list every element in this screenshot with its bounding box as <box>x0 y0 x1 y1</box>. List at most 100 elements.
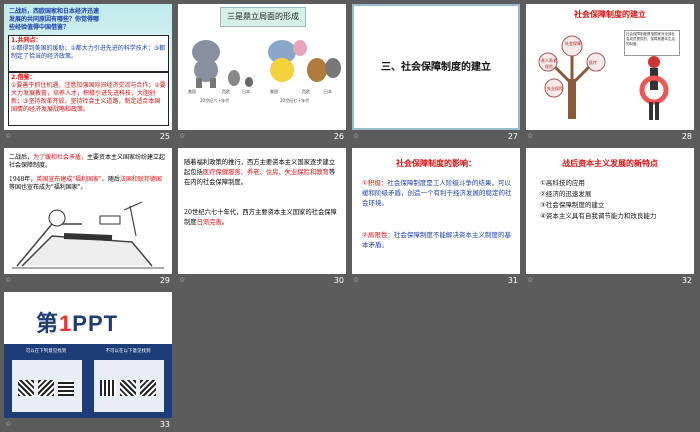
qr-panel-1 <box>12 360 82 412</box>
cartoon-man-in-lounge-chair-illustration <box>12 201 164 269</box>
slide-thumb-31[interactable]: 社会保障制度的影响： ①积极：社会保障制度是工人阶级斗争的结果，可以缓和阶级矛盾… <box>350 146 522 288</box>
tree-label: 社会保障 <box>565 41 581 46</box>
point-limitation: ②局限性：社会保障制度不能解决资本主义制度的基本矛盾。 <box>362 230 512 250</box>
slide-content: 二战后，西欧国家和日本经济迅速发展的共同原因有哪些？你觉得哪些经验值得中国借鉴？… <box>4 4 172 130</box>
answer-box-2: 2.借鉴： ①要善于抓住机遇，注意加强国际间经济交流与合作；②要大力发展教育，培… <box>8 72 169 126</box>
text-run-highlight: 法国和联邦德国 <box>119 176 162 183</box>
slide-number: 25 <box>159 132 170 141</box>
qr-code-icon <box>140 380 156 396</box>
slide-number: 26 <box>333 132 344 141</box>
slide-number: 28 <box>681 132 692 141</box>
footer-band: 可以在下列意见找到 不可以在以下意见找到 <box>4 344 172 418</box>
qr-code-icon <box>120 380 136 396</box>
slide-content: 社会保障制度的建立 社会保障 老人养老保险 医疗 失业保险 社会保障制度是指国家… <box>526 4 694 130</box>
text-run: 随后 <box>107 176 120 183</box>
heading-2: 2.借鉴： <box>11 74 36 81</box>
brand-text-accent: 1 <box>59 311 73 336</box>
slide-title: 社会保障制度的影响： <box>396 159 476 168</box>
text-run-highlight: 日渐完善 <box>196 219 222 226</box>
list-item: ④资本主义具有自我调节能力和改良能力 <box>540 212 657 220</box>
star-icon[interactable]: ☆ <box>5 420 11 428</box>
star-icon[interactable]: ☆ <box>353 132 359 140</box>
caption: 西欧 <box>222 89 230 94</box>
star-icon[interactable]: ☆ <box>5 132 11 140</box>
text-run-highlight: 为了缓和社会矛盾， <box>33 154 88 161</box>
text-run: 等国也宣布成为"福利国家"。 <box>9 184 87 191</box>
slide-title: 三、社会保障制度的建立 <box>381 62 491 73</box>
point-positive: ①积极：社会保障制度是工人阶级斗争的结果，可以缓和阶级矛盾，创造一个有利于经济发… <box>362 178 512 208</box>
slide-thumb-29[interactable]: 二战后，为了缓和社会矛盾，主要资本主义国家纷纷建立起社会保障制度。 1948年，… <box>2 146 174 288</box>
text-run-highlight: 医疗保健服务、养老、住房、失业保险和教育 <box>202 169 329 176</box>
definition-card: 社会保障制度是指国家对全体社会成员提供的，保障其基本生活的制度。 <box>624 30 680 56</box>
qr-code-icon <box>58 380 74 396</box>
slide-number: 33 <box>159 420 170 429</box>
branch-label: 医疗 <box>589 60 597 65</box>
feature-list: ①高科技的应用 ②经济的迅速发展 ③社会保障制度的建立 ④资本主义具有自我调节能… <box>540 178 686 222</box>
slide-content: 二战后，为了缓和社会矛盾，主要资本主义国家纷纷建立起社会保障制度。 1948年，… <box>4 148 172 274</box>
slide-thumb-28[interactable]: 社会保障制度的建立 社会保障 老人养老保险 医疗 失业保险 社会保障制度是指国家… <box>524 2 696 144</box>
answer-box-1: 1.共同点： ①都得到美国的援助；②都大力引进先进的科学技术；③都制定了恰当的经… <box>8 35 169 72</box>
label-limitation: ②局限性： <box>362 231 394 239</box>
branch-label: 老人养老保险 <box>541 58 557 69</box>
qr-code-icon <box>18 380 34 396</box>
paragraph-2: 1948年，英国宣布建成"福利国家"。随后法国和联邦德国等国也宣布成为"福利国家… <box>9 176 167 192</box>
text-run: 1948年， <box>9 176 37 183</box>
caption: 美国 <box>188 89 196 94</box>
slide-content: 战后资本主义发展的新特点 ①高科技的应用 ②经济的迅速发展 ③社会保障制度的建立… <box>526 148 694 274</box>
slide-thumb-30[interactable]: 随着福利政策的推行，西方主要资本主义国家逐步建立起包括医疗保健服务、养老、住房、… <box>176 146 348 288</box>
slide-thumb-25[interactable]: 二战后，西欧国家和日本经济迅速发展的共同原因有哪些？你觉得哪些经验值得中国借鉴？… <box>2 2 174 144</box>
qr-code-icon <box>38 380 54 396</box>
cartoon-elephants-illustration <box>192 40 341 88</box>
qr-panel-2 <box>94 360 164 412</box>
qr-code-icon <box>100 380 116 396</box>
caption: 西欧 <box>302 89 310 94</box>
slide-title: 战后资本主义发展的新特点 <box>562 159 658 168</box>
slide-content: 三是鼎立局面的形成 美国 西欧 日本 20世纪六十年代 美国 西欧 日本 20世… <box>178 4 346 130</box>
star-icon[interactable]: ☆ <box>353 276 359 284</box>
slide-number: 27 <box>507 132 518 141</box>
qr-caption-1: 可以在下列意见找到 <box>25 349 67 354</box>
points-2: ①要善于抓住机遇，注意加强国际间经济交流与合作；②要大力发展教育，培养人才，积极… <box>11 82 166 113</box>
slide-title: 社会保障制度的建立 <box>574 10 646 19</box>
slide-number: 30 <box>333 276 344 285</box>
slide-thumb-33[interactable]: 第1PPT 可以在下列意见找到 不可以在以下意见找到 ☆ 33 <box>2 290 174 432</box>
slide-content: 第1PPT 可以在下列意见找到 不可以在以下意见找到 <box>4 292 172 418</box>
star-icon[interactable]: ☆ <box>179 132 185 140</box>
paragraph-2: 20世纪六七十年代，西方主要资本主义国家的社会保障制度日渐完善。 <box>184 208 340 228</box>
brand-logo: 第1PPT <box>36 306 118 338</box>
slide-thumb-32[interactable]: 战后资本主义发展的新特点 ①高科技的应用 ②经济的迅速发展 ③社会保障制度的建立… <box>524 146 696 288</box>
text-run: 二战后， <box>9 154 34 161</box>
slide-content: 随着福利政策的推行，西方主要资本主义国家逐步建立起包括医疗保健服务、养老、住房、… <box>178 148 346 274</box>
slide-content: 三、社会保障制度的建立 <box>352 4 520 130</box>
paragraph-1: 随着福利政策的推行，西方主要资本主义国家逐步建立起包括医疗保健服务、养老、住房、… <box>184 158 340 188</box>
caption: 20世纪七十年代 <box>280 98 310 103</box>
star-icon[interactable]: ☆ <box>527 132 533 140</box>
brand-text: 第 <box>36 311 60 336</box>
star-icon[interactable]: ☆ <box>179 276 185 284</box>
slide-thumb-26[interactable]: 三是鼎立局面的形成 美国 西欧 日本 20世纪六十年代 美国 西欧 日本 20世… <box>176 2 348 144</box>
qr-caption-2: 不可以在以下意见找到 <box>105 349 151 354</box>
slide-number: 31 <box>507 276 518 285</box>
caption: 日本 <box>324 89 332 94</box>
caption: 美国 <box>270 89 278 94</box>
points-1: ①都得到美国的援助；②都大力引进先进的科学技术；③都制定了恰当的经济政策。 <box>11 45 166 60</box>
star-icon[interactable]: ☆ <box>527 276 533 284</box>
paragraph-1: 二战后，为了缓和社会矛盾，主要资本主义国家纷纷建立起社会保障制度。 <box>9 154 167 170</box>
caption: 20世纪六十年代 <box>200 98 230 103</box>
list-item: ③社会保障制度的建立 <box>540 201 605 209</box>
branch-label: 失业保险 <box>547 86 563 91</box>
figure-with-lifebuoy-illustration <box>639 56 669 120</box>
tree-diagram-illustration <box>538 35 606 119</box>
question-text: 二战后，西欧国家和日本经济迅速发展的共同原因有哪些？你觉得哪些经验值得中国借鉴？ <box>9 8 100 31</box>
slide-number: 32 <box>681 276 692 285</box>
label-positive: ①积极： <box>362 179 388 187</box>
star-icon[interactable]: ☆ <box>5 276 11 284</box>
slide-content: 社会保障制度的影响： ①积极：社会保障制度是工人阶级斗争的结果，可以缓和阶级矛盾… <box>352 148 520 274</box>
text-run: 。 <box>221 219 229 226</box>
text-run-highlight: 英国宣布建成"福利国家"。 <box>36 176 108 183</box>
list-item: ①高科技的应用 <box>540 179 585 187</box>
heading-1: 1.共同点： <box>11 37 42 44</box>
list-item: ②经济的迅速发展 <box>540 190 592 198</box>
slide-thumb-27[interactable]: 三、社会保障制度的建立 ☆ 27 <box>350 2 522 144</box>
brand-area: 第1PPT <box>4 292 172 344</box>
